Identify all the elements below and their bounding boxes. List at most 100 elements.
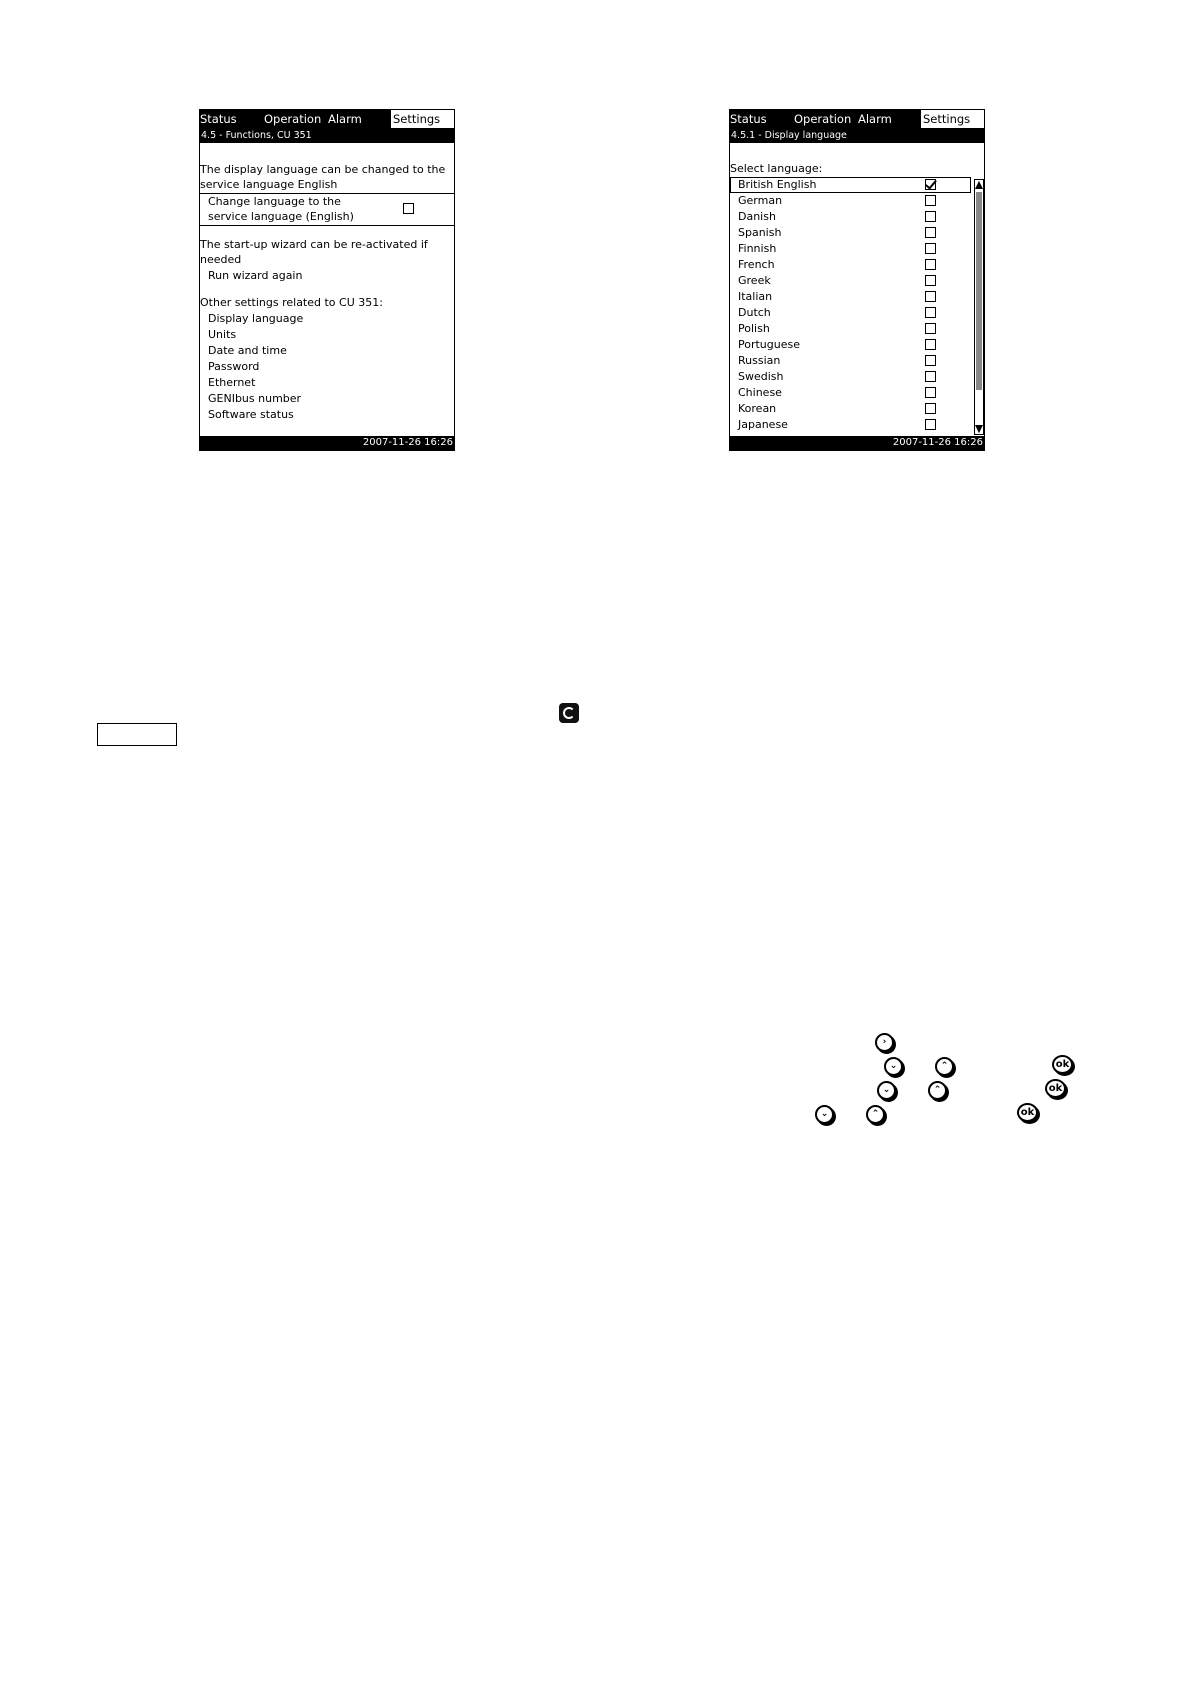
- language-option[interactable]: Polish: [730, 321, 971, 337]
- ok-glyph: ok: [1055, 1059, 1070, 1070]
- language-option[interactable]: Chinese: [730, 385, 971, 401]
- menu-item-genibus-number[interactable]: GENIbus number: [208, 391, 301, 407]
- language-option-label: Italian: [738, 290, 773, 303]
- down-arrow-glyph: ⌄: [820, 1109, 829, 1119]
- down-arrow-key-icon: ⌄: [877, 1081, 896, 1100]
- tab-status[interactable]: Status: [200, 110, 237, 128]
- down-arrow-key-icon: ⌄: [884, 1057, 903, 1076]
- ok-key-icon: ok: [1052, 1055, 1073, 1074]
- language-option-checkbox[interactable]: [925, 403, 936, 414]
- language-option-checkbox[interactable]: [925, 195, 936, 206]
- language-option[interactable]: German: [730, 193, 971, 209]
- right-arrow-glyph: ›: [882, 1037, 887, 1047]
- language-option-checkbox[interactable]: [925, 307, 936, 318]
- tab-alarm[interactable]: Alarm: [858, 110, 892, 128]
- up-arrow-key-icon: ⌃: [928, 1081, 947, 1100]
- language-option-checkbox[interactable]: [925, 259, 936, 270]
- language-option-label: Finnish: [738, 242, 777, 255]
- right-arrow-key-icon: ›: [875, 1033, 894, 1052]
- language-option[interactable]: French: [730, 257, 971, 273]
- language-option-checkbox[interactable]: [925, 419, 936, 430]
- scroll-up-arrow-icon[interactable]: [975, 180, 983, 189]
- language-option[interactable]: Swedish: [730, 369, 971, 385]
- language-option-label: Swedish: [738, 370, 784, 383]
- menu-item-ethernet[interactable]: Ethernet: [208, 375, 255, 391]
- intro-text-line1: The display language can be changed to t…: [200, 163, 446, 176]
- down-arrow-glyph: ⌄: [889, 1061, 898, 1071]
- language-option-label: Polish: [738, 322, 770, 335]
- language-option-checkbox[interactable]: [925, 275, 936, 286]
- language-option-label: Japanese: [738, 418, 788, 431]
- tab-settings[interactable]: Settings: [921, 110, 984, 128]
- down-arrow-key-icon: ⌄: [815, 1105, 834, 1124]
- tab-bar: Status Operation Alarm Settings: [200, 110, 454, 128]
- change-language-checkbox[interactable]: [403, 203, 414, 214]
- tab-alarm[interactable]: Alarm: [328, 110, 362, 128]
- empty-label-box: [97, 723, 177, 746]
- language-option[interactable]: Greek: [730, 273, 971, 289]
- language-option[interactable]: Finnish: [730, 241, 971, 257]
- language-option[interactable]: Dutch: [730, 305, 971, 321]
- language-option-label: Greek: [738, 274, 771, 287]
- language-option[interactable]: Portuguese: [730, 337, 971, 353]
- scrollbar[interactable]: [974, 179, 984, 435]
- language-option-checkbox[interactable]: [925, 211, 936, 222]
- wizard-text-line2: needed: [200, 253, 242, 266]
- service-wrench-icon: [559, 703, 579, 723]
- change-language-label-line1[interactable]: Change language to the: [208, 194, 341, 210]
- tab-operation[interactable]: Operation: [264, 110, 322, 128]
- language-option-label: Dutch: [738, 306, 771, 319]
- ok-key-icon: ok: [1045, 1079, 1066, 1098]
- language-option-checkbox[interactable]: [925, 179, 936, 190]
- tab-status[interactable]: Status: [730, 110, 767, 128]
- tab-operation[interactable]: Operation: [794, 110, 852, 128]
- ok-glyph: ok: [1020, 1107, 1035, 1118]
- ok-key-icon: ok: [1017, 1103, 1038, 1122]
- language-option-label: Portuguese: [738, 338, 800, 351]
- menu-item-software-status[interactable]: Software status: [208, 407, 294, 423]
- tab-bar: Status Operation Alarm Settings: [730, 110, 984, 128]
- language-option-label: French: [738, 258, 775, 271]
- scroll-down-arrow-icon[interactable]: [975, 425, 983, 434]
- language-option[interactable]: British English: [730, 177, 971, 193]
- language-option[interactable]: Danish: [730, 209, 971, 225]
- wizard-text-line1: The start-up wizard can be re-activated …: [200, 238, 428, 251]
- language-option[interactable]: Russian: [730, 353, 971, 369]
- run-wizard-item[interactable]: Run wizard again: [208, 268, 302, 284]
- intro-text-line2: service language English: [200, 178, 338, 191]
- language-option-label: Spanish: [738, 226, 782, 239]
- language-option[interactable]: Korean: [730, 401, 971, 417]
- other-settings-heading: Other settings related to CU 351:: [200, 296, 383, 309]
- language-option-label: German: [738, 194, 783, 207]
- screen-title: 4.5.1 - Display language: [730, 128, 984, 143]
- up-arrow-glyph: ⌃: [871, 1109, 880, 1119]
- menu-item-date-and-time[interactable]: Date and time: [208, 343, 287, 359]
- language-option-label: Korean: [738, 402, 777, 415]
- language-option-checkbox[interactable]: [925, 323, 936, 334]
- language-option[interactable]: Japanese: [730, 417, 971, 433]
- menu-item-password[interactable]: Password: [208, 359, 259, 375]
- language-option-checkbox[interactable]: [925, 355, 936, 366]
- language-option-checkbox[interactable]: [925, 243, 936, 254]
- language-option-checkbox[interactable]: [925, 339, 936, 350]
- footer-timestamp: 2007-11-26 16:26: [200, 436, 454, 450]
- tab-settings[interactable]: Settings: [391, 110, 454, 128]
- ok-glyph: ok: [1048, 1083, 1063, 1094]
- language-option[interactable]: Italian: [730, 289, 971, 305]
- language-option[interactable]: Spanish: [730, 225, 971, 241]
- screen-title: 4.5 - Functions, CU 351: [200, 128, 454, 143]
- language-option-checkbox[interactable]: [925, 227, 936, 238]
- divider: [200, 225, 454, 226]
- menu-item-display-language[interactable]: Display language: [208, 311, 303, 327]
- language-option-label: Danish: [738, 210, 776, 223]
- select-language-label: Select language:: [730, 162, 823, 175]
- language-option-checkbox[interactable]: [925, 371, 936, 382]
- up-arrow-key-icon: ⌃: [866, 1105, 885, 1124]
- down-arrow-glyph: ⌄: [882, 1085, 891, 1095]
- menu-item-units[interactable]: Units: [208, 327, 236, 343]
- change-language-label-line2[interactable]: service language (English): [208, 209, 354, 225]
- language-option-checkbox[interactable]: [925, 387, 936, 398]
- functions-screen: Status Operation Alarm Settings 4.5 - Fu…: [199, 109, 455, 451]
- scroll-thumb[interactable]: [976, 192, 982, 390]
- language-option-checkbox[interactable]: [925, 291, 936, 302]
